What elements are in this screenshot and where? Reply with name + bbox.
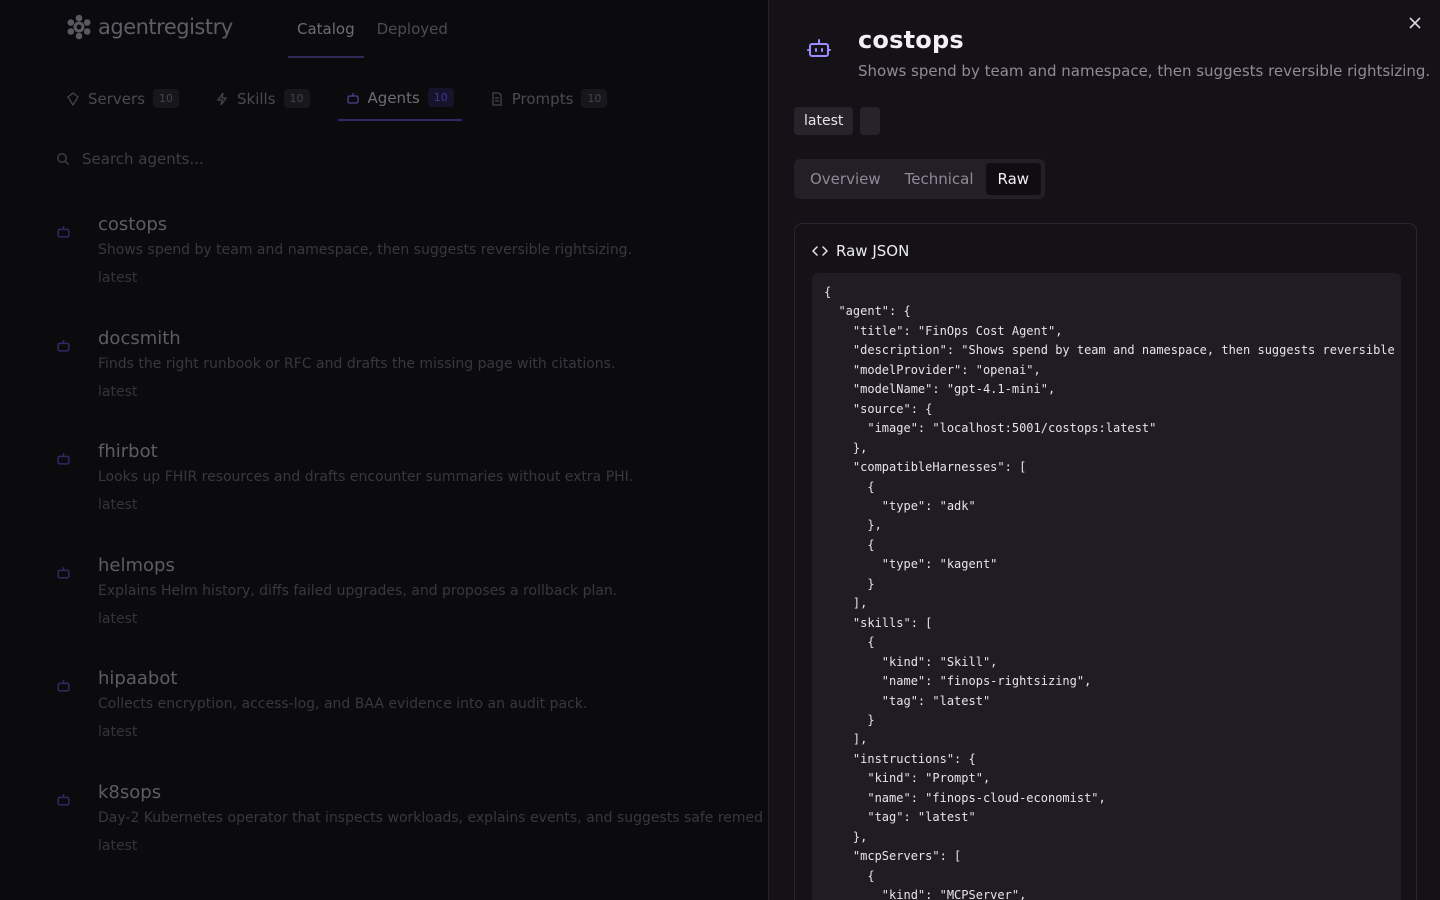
app-logo[interactable]: agentregistry	[66, 14, 233, 40]
agent-tag: latest	[98, 270, 138, 286]
detail-tabs: Overview Technical Raw	[794, 159, 1046, 199]
bot-icon	[807, 39, 831, 57]
tab-count: 10	[153, 89, 180, 108]
agent-name: helmops	[98, 554, 175, 576]
bot-icon	[346, 92, 359, 104]
drawer-title: costops	[858, 26, 964, 54]
bot-icon	[57, 793, 70, 806]
bot-icon	[57, 226, 70, 238]
tab-prompts[interactable]: Prompts 10	[482, 76, 616, 121]
raw-json-title: Raw JSON	[836, 242, 910, 260]
nav-catalog[interactable]: Catalog	[288, 0, 364, 58]
tab-label: Agents	[367, 88, 420, 107]
agent-name: fhirbot	[98, 441, 158, 462]
tab-agents[interactable]: Agents 10	[337, 76, 462, 121]
agent-name: k8sops	[98, 781, 162, 803]
agent-name: costops	[98, 214, 168, 235]
agent-detail-drawer: costops Shows spend by team and namespac…	[768, 0, 1440, 900]
bolt-icon	[216, 92, 228, 105]
raw-json-card: Raw JSON { "agent": { "title": "FinOps C…	[794, 223, 1417, 900]
version-chip[interactable]	[860, 107, 881, 135]
bot-icon	[57, 453, 70, 465]
agent-tag: latest	[98, 837, 138, 854]
catalog-tabs: Servers 10 Skills 10 Agents 10 Prompts 1…	[58, 76, 635, 121]
tab-label: Servers	[88, 89, 146, 108]
search-bar	[56, 148, 756, 170]
logo-icon	[67, 14, 91, 40]
agent-list: costops Shows spend by team and namespac…	[56, 210, 768, 891]
list-item[interactable]: docsmith Finds the right runbook or RFC …	[56, 324, 768, 438]
bot-icon	[57, 566, 70, 579]
list-item[interactable]: costops Shows spend by team and namespac…	[56, 210, 768, 324]
drawer-description: Shows spend by team and namespace, then …	[858, 62, 1431, 80]
server-icon	[67, 91, 79, 106]
tab-overview[interactable]: Overview	[798, 163, 893, 195]
agent-description: Shows spend by team and namespace, then …	[98, 242, 633, 258]
tab-label: Prompts	[511, 89, 574, 108]
close-icon	[1409, 17, 1421, 29]
code-icon	[812, 246, 828, 256]
agent-tag: latest	[98, 383, 138, 400]
tab-skills[interactable]: Skills 10	[207, 76, 318, 121]
tab-technical[interactable]: Technical	[893, 163, 986, 195]
raw-json-code-block[interactable]: { "agent": { "title": "FinOps Cost Agent…	[812, 273, 1401, 900]
bot-icon	[57, 339, 70, 352]
tab-raw[interactable]: Raw	[985, 163, 1042, 195]
agent-description: Finds the right runbook or RFC and draft…	[98, 355, 616, 372]
tab-count: 10	[427, 88, 454, 107]
list-item[interactable]: k8sops Day-2 Kubernetes operator that in…	[56, 778, 768, 892]
agent-name: docsmith	[98, 327, 181, 349]
nav-deployed[interactable]: Deployed	[368, 0, 457, 58]
search-icon	[57, 153, 70, 166]
agent-description: Explains Helm history, diffs failed upgr…	[98, 582, 618, 599]
close-button[interactable]	[1406, 14, 1424, 32]
agent-tag: latest	[98, 497, 138, 513]
list-item[interactable]: fhirbot Looks up FHIR resources and draf…	[56, 437, 768, 551]
version-tags: latest	[794, 107, 881, 135]
version-chip[interactable]: latest	[794, 107, 854, 135]
tab-count: 10	[283, 89, 310, 108]
list-item[interactable]: hipaabot Collects encryption, access-log…	[56, 664, 768, 778]
search-input[interactable]	[82, 150, 682, 168]
tab-count: 10	[581, 89, 608, 108]
tab-label: Skills	[237, 89, 276, 108]
agent-tag: latest	[98, 610, 138, 627]
document-icon	[492, 91, 502, 106]
tab-servers[interactable]: Servers 10	[58, 76, 187, 121]
raw-json-header: Raw JSON	[812, 242, 909, 260]
agent-tag: latest	[98, 724, 138, 740]
agent-description: Day-2 Kubernetes operator that inspects …	[98, 809, 764, 826]
logo-text: agentregistry	[98, 15, 233, 39]
raw-json-content: { "agent": { "title": "FinOps Cost Agent…	[824, 285, 1395, 900]
agent-description: Looks up FHIR resources and drafts encou…	[98, 469, 634, 485]
list-item[interactable]: helmops Explains Helm history, diffs fai…	[56, 551, 768, 665]
agent-name: hipaabot	[98, 668, 178, 689]
bot-icon	[57, 680, 70, 692]
top-nav: Catalog Deployed	[288, 0, 461, 58]
agent-description: Collects encryption, access-log, and BAA…	[98, 696, 588, 712]
